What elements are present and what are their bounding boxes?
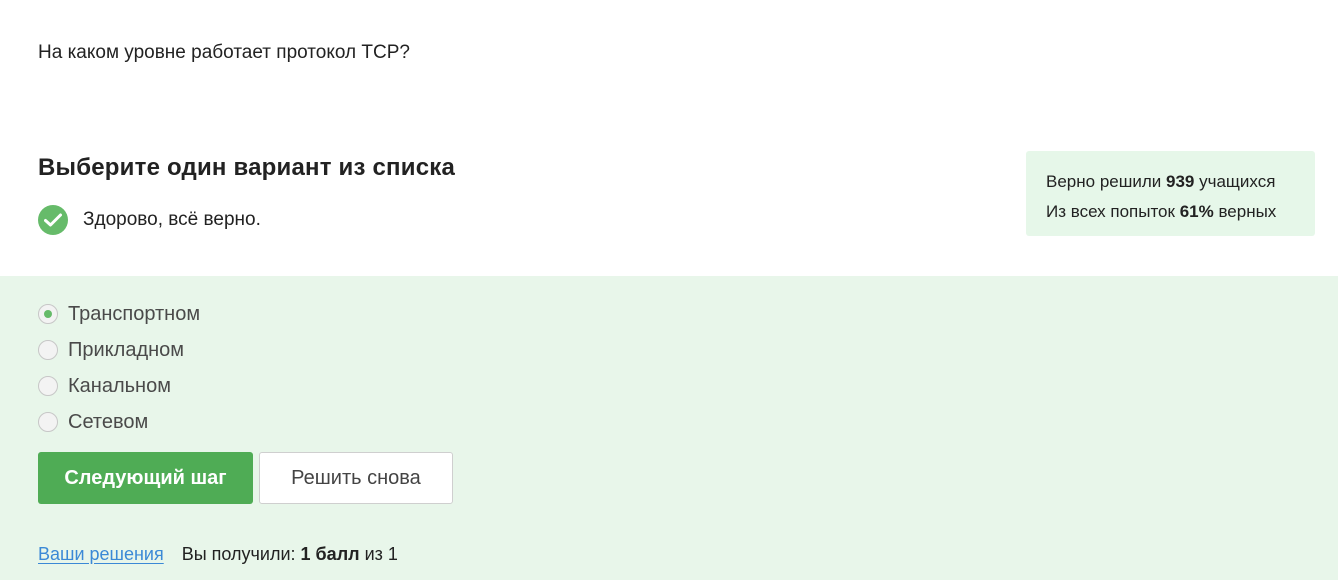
stats-panel: Верно решили 939 учащихся Из всех попыто… <box>1026 151 1315 236</box>
question-text: На каком уровне работает протокол TCP? <box>38 42 410 63</box>
feedback-text: Здорово, всё верно. <box>83 209 261 230</box>
feedback-row: Здорово, всё верно. <box>38 205 261 235</box>
option-datalink[interactable]: Канальном <box>38 368 200 404</box>
solved-count: 939 <box>1166 172 1195 191</box>
radio-dot-icon <box>44 310 52 318</box>
option-label: Канальном <box>68 374 171 397</box>
radio-selected[interactable] <box>38 304 58 324</box>
options-list: Транспортном Прикладном Канальном Сетево… <box>38 296 200 440</box>
score-text: Вы получили: 1 балл из 1 <box>181 544 398 564</box>
solved-stat: Верно решили 939 учащихся <box>1046 172 1276 191</box>
radio-unselected[interactable] <box>38 340 58 360</box>
solve-again-button[interactable]: Решить снова <box>259 452 453 504</box>
option-label: Сетевом <box>68 410 149 433</box>
score-row: Ваши решения Вы получили: 1 балл из 1 <box>38 544 398 565</box>
your-solutions-link[interactable]: Ваши решения <box>38 544 164 565</box>
task-title: Выберите один вариант из списка <box>38 154 456 181</box>
checkmark-icon <box>38 205 68 235</box>
option-application[interactable]: Прикладном <box>38 332 200 368</box>
score-value: 1 балл <box>300 544 360 564</box>
option-network[interactable]: Сетевом <box>38 404 200 440</box>
attempts-stat: Из всех попыток 61% верных <box>1046 202 1277 221</box>
option-label: Прикладном <box>68 338 185 361</box>
option-label: Транспортном <box>68 302 201 325</box>
radio-unselected[interactable] <box>38 376 58 396</box>
answer-area: Транспортном Прикладном Канальном Сетево… <box>0 276 1338 580</box>
next-step-button[interactable]: Следующий шаг <box>38 452 253 504</box>
option-transport[interactable]: Транспортном <box>38 296 200 332</box>
attempts-percent: 61% <box>1179 202 1214 221</box>
radio-unselected[interactable] <box>38 412 58 432</box>
